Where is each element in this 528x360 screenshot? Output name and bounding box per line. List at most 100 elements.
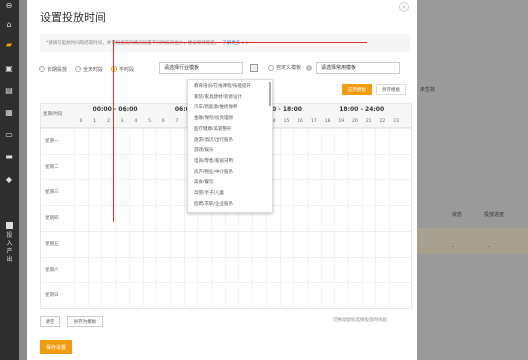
grid-column-line xyxy=(306,128,308,308)
hour-label: 20 xyxy=(352,119,358,124)
grid-icon[interactable]: ▣ xyxy=(4,64,14,73)
industry-template-select[interactable]: 请选择行业模板 xyxy=(159,62,243,74)
dropdown-item[interactable]: 母婴/亲子/儿童 xyxy=(194,190,224,196)
day-label: 星期二 xyxy=(45,164,59,170)
user-icon[interactable]: ▦ xyxy=(4,108,14,117)
common-template-select[interactable]: 请选择常用模板 xyxy=(316,62,400,74)
grid-column-line xyxy=(101,128,103,308)
dropdown-item[interactable]: 美食/餐饮 xyxy=(194,179,214,185)
dropdown-item[interactable]: 招聘/求职/企业服务 xyxy=(194,201,233,207)
dropdown-scrollbar[interactable] xyxy=(269,82,271,106)
day-label: 星期四 xyxy=(45,216,59,222)
hour-label: 21 xyxy=(365,119,372,124)
grid-column-line xyxy=(87,128,89,308)
hour-label: 5 xyxy=(148,119,151,124)
annotation-strike-line xyxy=(115,42,367,43)
grid-column-line xyxy=(279,128,281,308)
settings-icon[interactable]: ◆ xyxy=(4,175,14,184)
collapse-icon[interactable]: ⊖ xyxy=(4,1,14,10)
hour-label: 17 xyxy=(311,119,317,124)
dropdown-item[interactable]: 游戏/娱乐 xyxy=(194,147,214,153)
schedule-modal: 设置投放时间 × *请填写起始时间和结束时间，并可根据实际情况设置不同时段的出价… xyxy=(27,0,417,360)
grid-row-line xyxy=(41,230,411,232)
save-as-template-button[interactable]: 另存为模板 xyxy=(67,316,103,327)
radio-all-day[interactable]: 全天时段 xyxy=(75,66,103,73)
grid-column-line xyxy=(293,128,295,308)
notice-bar: *请填写起始时间和结束时间，并可根据实际情况设置不同时段的出价，建议保持稳定。 … xyxy=(40,34,410,52)
dropdown-item[interactable]: 旅游/酒店/出行服务 xyxy=(194,137,233,143)
radio-custom-template[interactable]: 自定义模板 xyxy=(268,64,301,71)
annotation-vertical-line xyxy=(113,40,114,222)
segment-label: 18:00 - 24:00 xyxy=(339,106,385,113)
grid-row-line xyxy=(41,256,411,258)
doc-icon[interactable]: ▤ xyxy=(4,86,14,95)
dropdown-item[interactable]: 电商/零售/家居日用 xyxy=(194,158,233,164)
modal-title: 设置投放时间 xyxy=(40,11,106,24)
dropdown-item[interactable]: 汽车/新能源/维修保养 xyxy=(194,104,238,110)
segment-label: 00:00 - 06:00 xyxy=(92,106,138,113)
dropdown-item[interactable]: 房产/物业/中介服务 xyxy=(194,169,233,175)
dropdown-item[interactable]: 金融/保险/投资理财 xyxy=(194,115,233,121)
grid-column-line xyxy=(375,128,377,308)
grid-row-line xyxy=(41,282,411,284)
cart-icon[interactable]: ▬ xyxy=(4,152,14,161)
close-icon[interactable]: × xyxy=(399,2,409,12)
notice-text: *请填写起始时间和结束时间，并可根据实际情况设置不同时段的出价，建议保持稳定。 xyxy=(46,41,220,46)
hour-label: 7 xyxy=(175,119,179,124)
hour-label: 2 xyxy=(106,119,110,124)
radio-dot xyxy=(39,66,45,72)
clear-button[interactable]: 清空 xyxy=(40,316,60,327)
grid-column-line xyxy=(348,128,349,308)
save-settings-button[interactable]: 保存设置 xyxy=(40,340,72,354)
grid-column-line xyxy=(74,128,75,308)
radio-dot xyxy=(111,66,118,72)
dropdown-item[interactable]: 教育培训/在线课程/技能提升 xyxy=(194,83,251,89)
schedule-options: 长期投放 全天时段 平时段 xyxy=(39,62,142,76)
grid-column-line xyxy=(183,128,185,308)
hour-label: 23 xyxy=(393,119,399,124)
mail-icon[interactable]: ▭ xyxy=(4,130,14,139)
hour-label: 1 xyxy=(93,119,97,124)
apply-template-button[interactable]: 应用模板 xyxy=(342,84,372,95)
drag-hint: 可拖动鼠标选择投放时间段 xyxy=(333,318,387,323)
hour-label: 4 xyxy=(134,119,138,124)
hour-label: 19 xyxy=(338,119,345,124)
bg-col-status: 状态 xyxy=(452,212,463,218)
left-sidebar: ⊖ ⌂ ▰ ▣ ▤ ▦ ▭ ▬ ◆ 投 入 产 出 xyxy=(0,0,19,360)
square-icon xyxy=(6,222,13,229)
sidebar-vertical-label[interactable]: 投 入 产 出 xyxy=(4,222,15,264)
hour-label: 0 xyxy=(79,119,83,124)
industry-dropdown[interactable]: 教育培训/在线课程/技能提升 家装/家具建材/装修设计 汽车/新能源/维修保养 金融/… xyxy=(187,79,273,213)
bg-dash: - xyxy=(488,244,490,250)
hour-label: 22 xyxy=(379,119,386,124)
day-label: 星期五 xyxy=(45,241,59,247)
hour-label: 16 xyxy=(297,119,304,124)
grid-column-line xyxy=(169,128,171,308)
grid-column-line xyxy=(115,128,117,308)
day-label: 星期三 xyxy=(45,190,59,196)
grid-column-line xyxy=(320,128,322,308)
radio-long-term[interactable]: 长期投放 xyxy=(39,66,67,73)
radio-dot xyxy=(75,66,82,72)
calendar-icon[interactable] xyxy=(250,64,258,72)
learn-more-link[interactable]: 了解更多 >> xyxy=(222,40,249,46)
grid-column-line xyxy=(361,128,363,308)
hour-label: 15 xyxy=(283,119,290,124)
help-icon[interactable]: ? xyxy=(306,65,312,71)
hour-label: 6 xyxy=(161,119,165,124)
bg-dash: - xyxy=(452,244,454,250)
save-template-button[interactable]: 另存模板 xyxy=(376,84,406,95)
bg-status-text: 未生效 xyxy=(420,87,436,93)
bg-highlight-row xyxy=(412,228,528,254)
dropdown-item[interactable]: 家装/家具建材/装修设计 xyxy=(194,94,242,100)
grid-corner-label: 星期/时段 xyxy=(43,112,63,117)
grid-column-line xyxy=(389,128,391,308)
radio-period[interactable]: 平时段 xyxy=(111,66,134,73)
bg-col-progress: 投放进度 xyxy=(484,212,505,218)
day-label: 星期一 xyxy=(45,139,59,144)
hour-label: 18 xyxy=(324,119,331,124)
home-icon[interactable]: ⌂ xyxy=(4,20,14,29)
grid-column-line xyxy=(142,128,144,308)
dropdown-item[interactable]: 医疗健康/美容整形 xyxy=(194,126,232,132)
briefcase-icon[interactable]: ▰ xyxy=(4,40,14,49)
